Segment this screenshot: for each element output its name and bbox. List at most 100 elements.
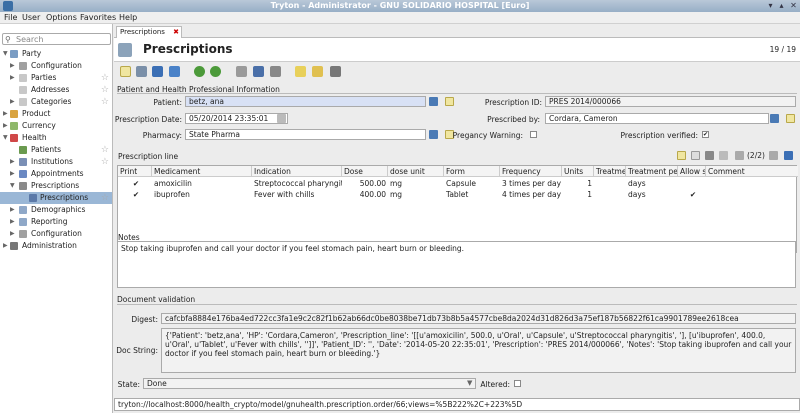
collapse-arrow-icon[interactable]: ▶ [10, 204, 16, 216]
notes-textarea[interactable]: Stop taking ibuprofen and call your doct… [117, 241, 796, 288]
delete-line-icon[interactable] [705, 151, 714, 160]
favorite-star-icon[interactable]: ☆ [101, 96, 109, 108]
previous-line-icon[interactable] [735, 151, 744, 160]
collapse-arrow-icon[interactable]: ▶ [10, 228, 16, 240]
column-header[interactable]: Frequency [500, 166, 562, 177]
menu-user[interactable]: User [22, 13, 40, 22]
column-header[interactable]: dose unit [388, 166, 444, 177]
sidebar-item-institutions[interactable]: ▶ Institutions ☆ [0, 156, 112, 168]
expand-arrow-icon[interactable]: ▼ [3, 132, 9, 144]
column-header[interactable]: Medicament [152, 166, 252, 177]
action-icon[interactable] [253, 66, 264, 77]
collapse-arrow-icon[interactable]: ▶ [3, 108, 9, 120]
maximize-icon[interactable]: ▴ [777, 1, 786, 10]
collapse-arrow-icon[interactable]: ▶ [3, 240, 9, 252]
column-header[interactable]: Comment [706, 166, 798, 177]
prescribed-by-field[interactable]: Cordara, Cameron [545, 113, 769, 124]
digest-field[interactable]: cafcbfa8884e176ba4ed722cc3fa1e9c2c82f1b6… [161, 313, 796, 324]
close-icon[interactable]: ✕ [789, 1, 798, 10]
favorite-star-icon[interactable]: ☆ [101, 192, 109, 204]
favorite-star-icon[interactable]: ☆ [101, 144, 109, 156]
pregnancy-warning-checkbox[interactable] [530, 131, 537, 138]
favorite-star-icon[interactable]: ☆ [101, 156, 109, 168]
pharmacy-field[interactable]: State Pharma [185, 129, 426, 140]
sidebar-item-health[interactable]: ▼ Health [0, 132, 112, 144]
favorite-star-icon[interactable]: ☆ [101, 84, 109, 96]
altered-checkbox[interactable] [514, 380, 521, 387]
collapse-arrow-icon[interactable]: ▶ [10, 60, 16, 72]
collapse-arrow-icon[interactable]: ▶ [3, 120, 9, 132]
menu-help[interactable]: Help [119, 13, 137, 22]
column-header[interactable]: Treatme [594, 166, 626, 177]
email-icon[interactable] [312, 66, 323, 77]
expand-arrow-icon[interactable]: ▼ [3, 48, 9, 60]
search-input[interactable]: ⚲ Search [2, 33, 111, 45]
sidebar-item-categories[interactable]: ▶ Categories ☆ [0, 96, 112, 108]
open-prescriber-icon[interactable] [770, 114, 779, 123]
relate-icon[interactable] [270, 66, 281, 77]
expand-arrow-icon[interactable]: ▼ [10, 180, 16, 192]
patient-field[interactable]: betz, ana [185, 96, 426, 107]
new-prescriber-icon[interactable] [786, 114, 795, 123]
save-icon[interactable] [136, 66, 147, 77]
column-header[interactable]: Print [118, 166, 152, 177]
report-icon[interactable] [295, 66, 306, 77]
calendar-icon[interactable] [277, 114, 286, 123]
next-record-icon[interactable] [210, 66, 221, 77]
allow-cell[interactable]: ✔ [678, 189, 706, 200]
print-icon[interactable] [330, 66, 341, 77]
sidebar-item-reporting[interactable]: ▶ Reporting [0, 216, 112, 228]
menu-options[interactable]: Options [46, 13, 77, 22]
column-header[interactable]: Units [562, 166, 594, 177]
prescription-id-field[interactable]: PRES 2014/000066 [545, 96, 796, 107]
column-header[interactable]: Form [444, 166, 500, 177]
favorite-star-icon[interactable]: ☆ [101, 72, 109, 84]
column-header[interactable]: Allow s [678, 166, 706, 177]
new-record-icon[interactable] [120, 66, 131, 77]
collapse-arrow-icon[interactable]: ▶ [10, 72, 16, 84]
next-line-icon[interactable] [769, 151, 778, 160]
reload-icon[interactable] [169, 66, 180, 77]
prescription-verified-checkbox[interactable]: ✔ [702, 131, 709, 138]
allow-cell[interactable] [678, 178, 706, 189]
sidebar-item-configuration[interactable]: ▶ Configuration [0, 60, 112, 72]
sidebar-item-prescriptions-group[interactable]: ▼ Prescriptions [0, 180, 112, 192]
table-row[interactable]: ✔ ibuprofen Fever with chills 400.00 mg … [118, 189, 796, 200]
collapse-arrow-icon[interactable]: ▶ [10, 96, 16, 108]
sidebar-item-currency[interactable]: ▶ Currency [0, 120, 112, 132]
sidebar-item-addresses[interactable]: Addresses ☆ [0, 84, 112, 96]
previous-record-icon[interactable] [194, 66, 205, 77]
attachment-icon[interactable] [236, 66, 247, 77]
collapse-arrow-icon[interactable]: ▶ [10, 156, 16, 168]
sidebar-item-health-configuration[interactable]: ▶ Configuration [0, 228, 112, 240]
print-cell[interactable]: ✔ [118, 178, 152, 189]
state-select[interactable]: Done [143, 378, 476, 389]
print-cell[interactable]: ✔ [118, 189, 152, 200]
collapse-arrow-icon[interactable]: ▶ [10, 216, 16, 228]
switch-view-icon[interactable] [152, 66, 163, 77]
menu-file[interactable]: File [4, 13, 17, 22]
column-header[interactable]: Treatment pe [626, 166, 678, 177]
docstring-textarea[interactable]: {'Patient': 'betz,ana', 'HP': 'Cordara,C… [161, 328, 796, 373]
sidebar-item-parties[interactable]: ▶ Parties ☆ [0, 72, 112, 84]
collapse-arrow-icon[interactable]: ▶ [10, 168, 16, 180]
sidebar-item-prescriptions[interactable]: Prescriptions ☆ [0, 192, 112, 204]
sidebar-item-demographics[interactable]: ▶ Demographics [0, 204, 112, 216]
sidebar-item-party[interactable]: ▼ Party [0, 48, 112, 60]
column-header[interactable]: Indication [252, 166, 342, 177]
minimize-icon[interactable]: ▾ [766, 1, 775, 10]
sidebar-item-product[interactable]: ▶ Product [0, 108, 112, 120]
menu-favorites[interactable]: Favorites [80, 13, 116, 22]
prescription-date-field[interactable]: 05/20/2014 23:35:01 [185, 113, 288, 124]
open-line-icon[interactable] [691, 151, 700, 160]
close-tab-icon[interactable]: ✖ [173, 27, 179, 38]
sidebar-item-administration[interactable]: ▶ Administration [0, 240, 112, 252]
tab-prescriptions[interactable]: Prescriptions ✖ [116, 26, 182, 38]
column-header[interactable]: Dose [342, 166, 388, 177]
table-row[interactable]: ✔ amoxicilin Streptococcal pharyngitis 5… [118, 178, 796, 189]
undo-line-icon[interactable] [719, 151, 728, 160]
new-line-icon[interactable] [677, 151, 686, 160]
switch-line-view-icon[interactable] [784, 151, 793, 160]
sidebar-item-patients[interactable]: Patients ☆ [0, 144, 112, 156]
sidebar-item-appointments[interactable]: ▶ Appointments [0, 168, 112, 180]
